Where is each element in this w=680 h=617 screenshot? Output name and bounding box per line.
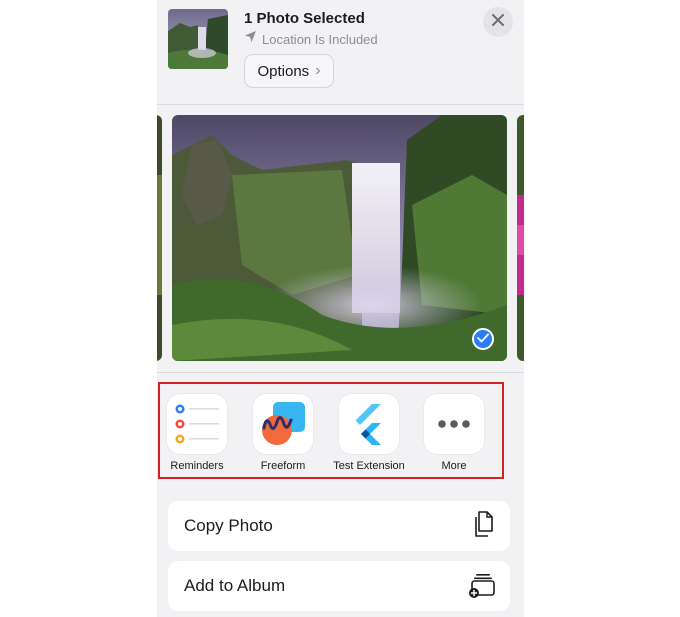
copy-photo-action[interactable]: Copy Photo [168,501,510,551]
next-photo[interactable] [517,115,524,361]
app-label-freeform: Freeform [260,460,306,472]
flutter-icon [339,394,399,454]
app-freeform[interactable]: Freeform [243,394,323,472]
more-icon [424,394,484,454]
close-button[interactable] [483,7,513,37]
selected-check-badge [472,328,494,350]
app-more[interactable]: More [414,394,494,472]
app-label-more: More [441,460,467,472]
add-to-album-action[interactable]: Add to Album [168,561,510,611]
checkmark-icon [477,330,489,348]
page-title: 1 Photo Selected [244,10,365,27]
copy-photo-label: Copy Photo [184,516,273,535]
share-sheet: 1 Photo Selected Location Is Included Op… [157,0,524,617]
app-test-extension[interactable]: Test Extension [329,394,409,472]
add-to-album-icon [468,570,496,603]
options-button[interactable]: Options › [244,54,334,88]
photos-divider [157,372,524,373]
chevron-right-icon: › [315,62,321,79]
location-status: Location Is Included [262,31,378,47]
previous-photo[interactable] [157,115,162,361]
location-row: Location Is Included [244,30,378,48]
reminders-icon [167,394,227,454]
selected-photo[interactable] [172,115,507,361]
photo-thumbnail [168,9,228,69]
app-label-reminders: Reminders [170,460,224,472]
app-reminders[interactable]: Reminders [157,394,237,472]
app-label-test-extension: Test Extension [333,460,405,472]
close-icon [492,13,504,31]
add-to-album-label: Add to Album [184,576,286,595]
options-label: Options [257,62,310,80]
location-arrow-icon [244,30,257,48]
freeform-icon [253,394,313,454]
header-divider [157,104,524,105]
copy-icon [472,510,496,543]
